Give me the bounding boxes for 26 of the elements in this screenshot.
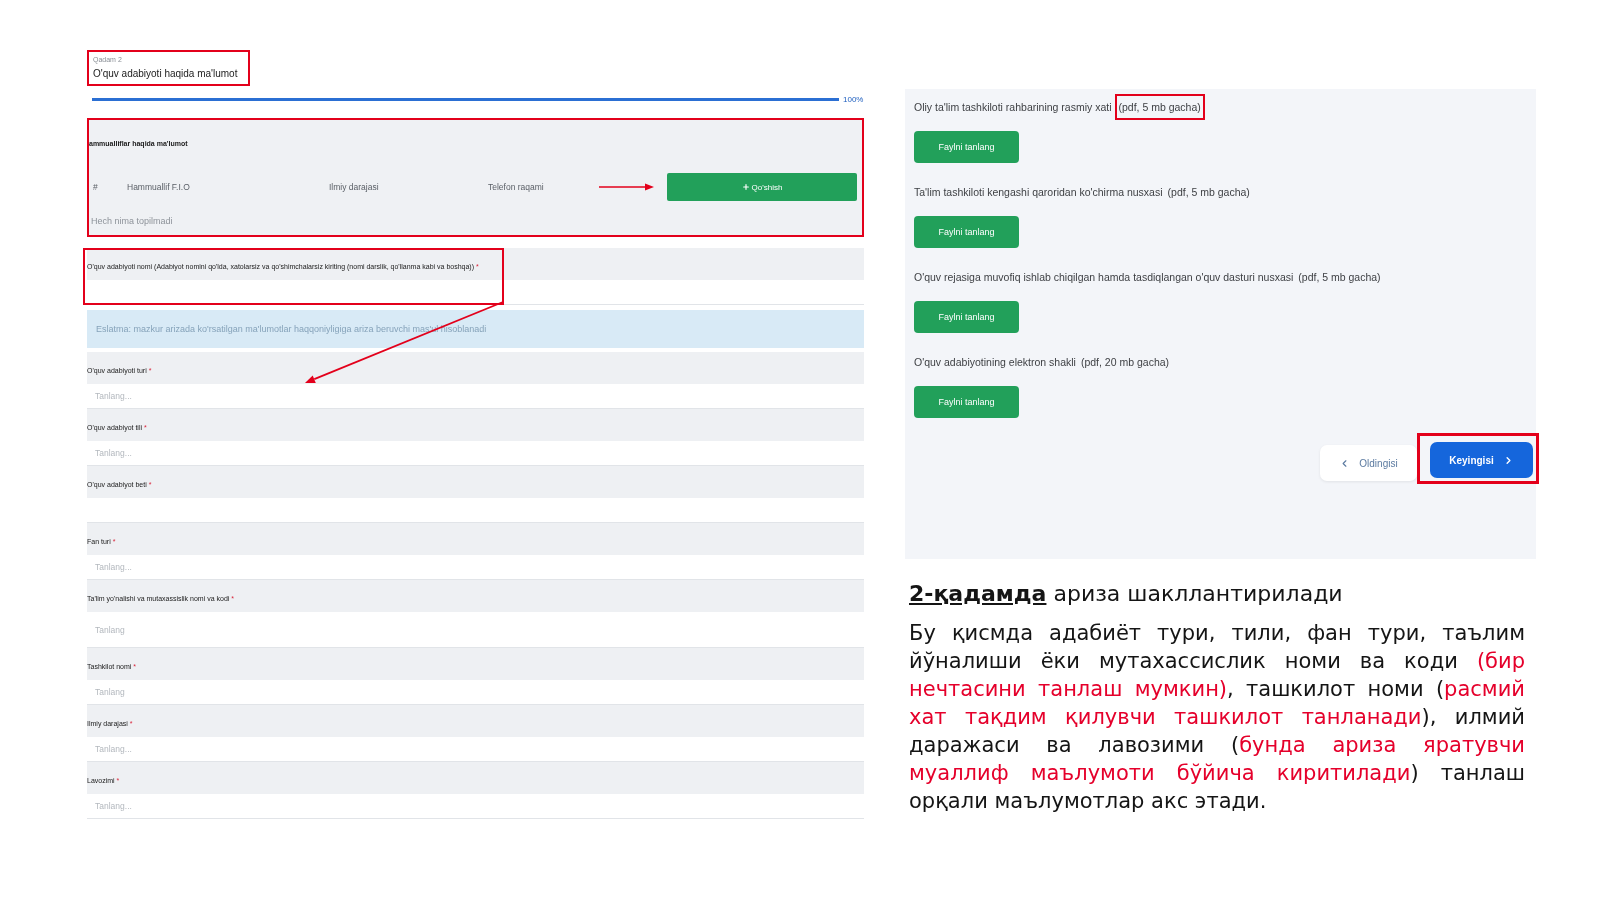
- previous-button[interactable]: Oldingisi: [1320, 445, 1417, 481]
- file-size-note: (pdf, 20 mb gacha): [1079, 355, 1171, 370]
- empty-message: Hech nima topilmadi: [90, 215, 174, 227]
- file-size-note: (pdf, 5 mb gacha): [1166, 185, 1251, 200]
- progress-reading: 100%: [843, 95, 864, 104]
- choose-file-button[interactable]: Faylni tanlang: [914, 216, 1019, 248]
- explanation-paragraph: Бу қисмда адабиёт тури, тили, фан тури, таълим йўналиши ёки мутахассислик номи ва коди (бир нечтасини танлаш мумкин), ташкилот номи (расмий хат тақдим қилувчи ташкилот танланади), илмий даражаси ва лавозими (бунда ариза яратувчи муаллиф маълумоти бўйича киритилади) танлаш орқали маълумотлар акс этади.: [909, 620, 1525, 815]
- file-size-note: (pdf, 5 mb gacha): [1114, 94, 1205, 120]
- attachment-label: O'quv rejasiga muvofiq ishlab chiqilgan hamda tasdiqlangan o'quv dasturi nusxasi: [914, 271, 1294, 283]
- attachment-label: O'quv adabiyotining elektron shakli: [914, 356, 1076, 368]
- step-title: O'quv adabiyoti haqida ma'lumot: [93, 67, 239, 80]
- file-size-note: (pdf, 5 mb gacha): [1297, 270, 1382, 285]
- attachment-label: Ta'lim tashkiloti kengashi qaroridan ko'chirma nusxasi: [914, 186, 1163, 198]
- pointer-arrow: [599, 183, 654, 191]
- column-header: Hammuallif F.I.O: [127, 182, 191, 192]
- explanation-heading: 2-қадамда ариза шакллантирилади: [909, 580, 1344, 608]
- choose-file-button[interactable]: Faylni tanlang: [914, 386, 1019, 418]
- choose-file-button[interactable]: Faylni tanlang: [914, 301, 1019, 333]
- choose-file-button[interactable]: Faylni tanlang: [914, 131, 1019, 163]
- next-button[interactable]: Keyingisi: [1430, 442, 1533, 478]
- attachment-label: Oliy ta'lim tashkiloti rahbarining rasmiy xati: [914, 101, 1112, 113]
- column-header: Telefon raqami: [488, 182, 545, 192]
- column-header: Ilmiy darajasi: [329, 182, 380, 192]
- plus-icon: [741, 183, 750, 191]
- column-header: #: [92, 182, 99, 192]
- add-button[interactable]: Qo'shish: [667, 173, 857, 201]
